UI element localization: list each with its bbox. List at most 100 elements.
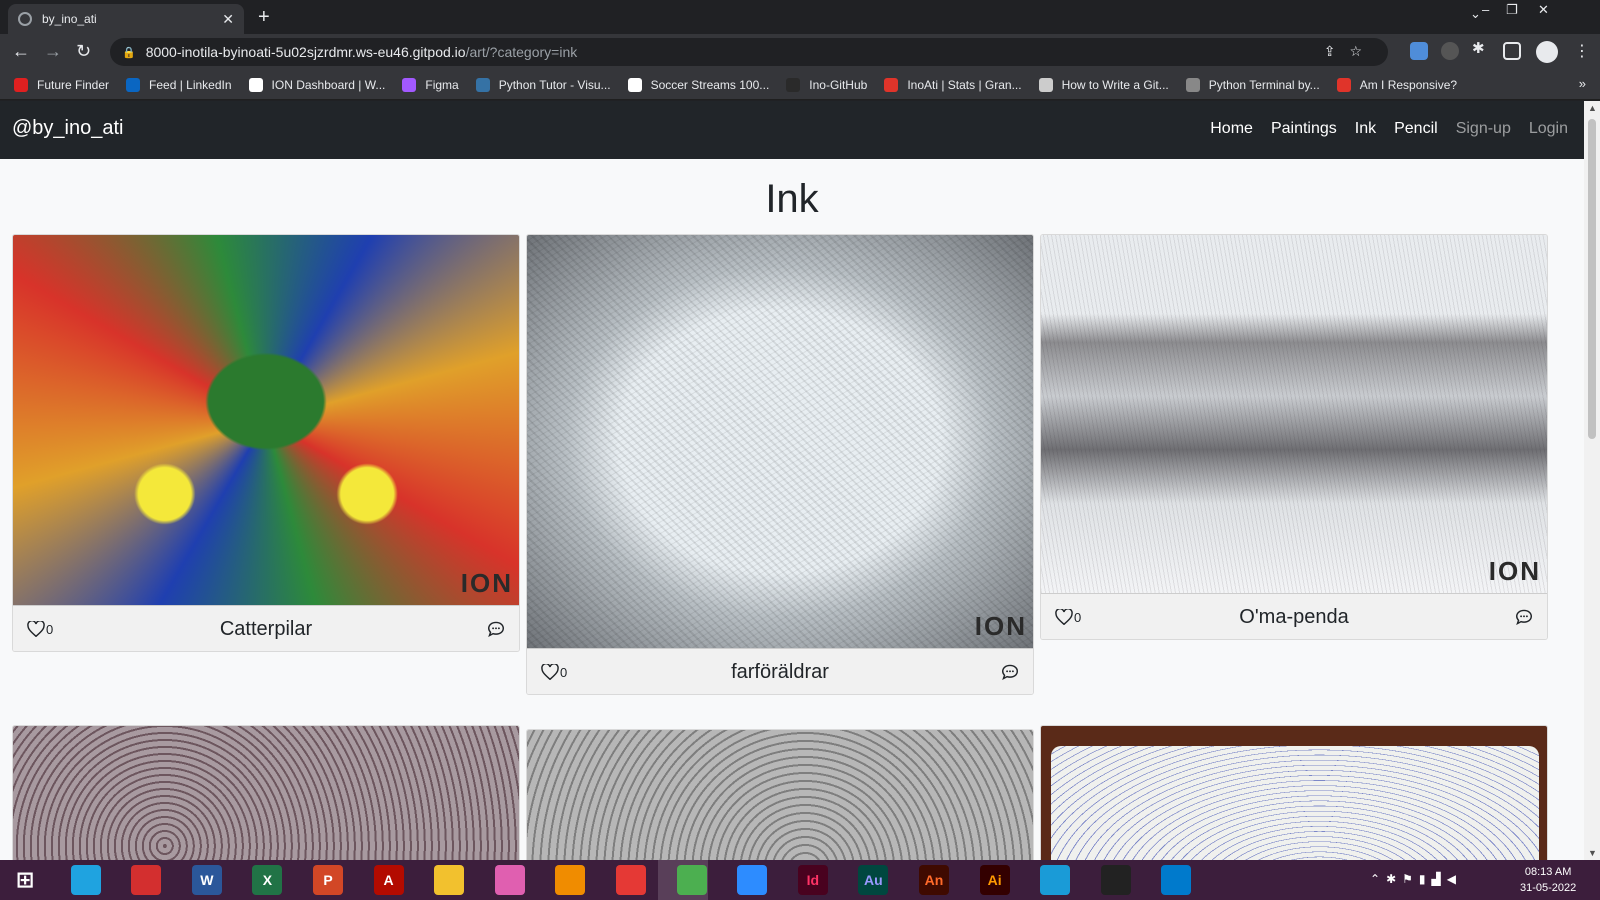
bookmark-label: InoAti | Stats | Gran...: [907, 77, 1022, 92]
battery-icon[interactable]: ▮: [1419, 872, 1432, 886]
site-brand[interactable]: @by_ino_ati: [12, 117, 123, 140]
browser-tabstrip: by_ino_ati ✕ + ⌄ – ❐ ✕: [0, 0, 1600, 34]
taskbar-audition-icon[interactable]: Au: [858, 865, 889, 895]
nav-link-paintings[interactable]: Paintings: [1271, 120, 1337, 138]
bookmark-star-icon[interactable]: ☆: [1349, 43, 1376, 59]
close-tab-icon[interactable]: ✕: [222, 11, 234, 28]
bookmark-favicon-icon: [884, 77, 899, 92]
bookmark-item[interactable]: Python Terminal by...: [1185, 77, 1320, 92]
profile-avatar[interactable]: [1536, 41, 1558, 63]
tab-search-icon[interactable]: ⌄: [1470, 6, 1481, 22]
share-icon[interactable]: ⇪: [1324, 43, 1350, 59]
volume-icon[interactable]: ◀: [1447, 872, 1462, 886]
taskbar-clock[interactable]: 08:13 AM 31-05-2022: [1520, 864, 1576, 896]
taskbar-animate-icon[interactable]: An: [919, 865, 949, 895]
bookmark-item[interactable]: Ino-GitHub: [786, 77, 867, 92]
window-close-icon[interactable]: ✕: [1538, 2, 1549, 18]
reload-icon[interactable]: ↻: [76, 41, 91, 62]
clock-date: 31-05-2022: [1520, 882, 1577, 894]
taskbar-screenrec-icon[interactable]: [616, 865, 646, 895]
scroll-up-icon[interactable]: ▲: [1588, 103, 1597, 113]
taskbar-windows-icon[interactable]: ⊞: [10, 865, 40, 895]
taskbar-itunes-icon[interactable]: [494, 865, 525, 895]
extensions-puzzle-icon[interactable]: ✱: [1472, 39, 1490, 57]
taskbar-indesign-icon[interactable]: Id: [797, 865, 828, 895]
lock-icon[interactable]: 🔒: [122, 46, 136, 59]
bookmark-item[interactable]: Figma: [402, 77, 459, 92]
url-host: 8000-inotila-byinoati-5u02sjzrdmr.ws-eu4…: [145, 44, 466, 60]
site-navbar: @by_ino_ati Home Paintings Ink Pencil Sign-u…: [0, 101, 1584, 159]
flag-icon[interactable]: ⚑: [1402, 872, 1419, 886]
taskbar-powerpoint-icon[interactable]: P: [313, 865, 343, 895]
browser-toolbar: ← → ↻ 🔒 8000-inotila-byinoati-5u02sjzrdm…: [0, 34, 1600, 70]
browser-tab[interactable]: by_ino_ati ✕: [8, 4, 244, 34]
taskbar-explorer-icon[interactable]: [434, 865, 465, 895]
new-tab-button[interactable]: +: [258, 6, 270, 29]
art-card[interactable]: [12, 725, 520, 860]
tray-chevron-icon[interactable]: ⌃: [1370, 872, 1386, 886]
comment-icon[interactable]: [487, 621, 505, 637]
bookmark-item[interactable]: Soccer Streams 100...: [627, 77, 769, 92]
art-card[interactable]: [526, 729, 1034, 860]
nav-link-ink[interactable]: Ink: [1355, 120, 1376, 138]
bookmark-item[interactable]: InoAti | Stats | Gran...: [884, 77, 1022, 92]
bookmark-item[interactable]: Am I Responsive?: [1336, 77, 1457, 92]
bookmark-favicon-icon: [248, 77, 263, 92]
taskbar-word-icon[interactable]: W: [191, 865, 222, 895]
taskbar-excel-icon[interactable]: X: [252, 865, 283, 895]
wifi-icon[interactable]: ▟: [1432, 872, 1447, 886]
back-arrow-icon[interactable]: ←: [12, 41, 30, 62]
art-card[interactable]: [1040, 725, 1548, 860]
taskbar-vlc-icon[interactable]: [555, 865, 586, 895]
bookmark-item[interactable]: ION Dashboard | W...: [248, 77, 385, 92]
forward-arrow-icon[interactable]: →: [44, 41, 62, 62]
system-tray[interactable]: ⌃✱⚑▮▟◀: [1370, 872, 1462, 886]
artwork-image[interactable]: [1041, 726, 1547, 860]
taskbar-illustrator-icon[interactable]: Ai: [979, 865, 1010, 895]
bookmark-item[interactable]: Python Tutor - Visu...: [475, 77, 611, 92]
bookmark-item[interactable]: How to Write a Git...: [1038, 77, 1169, 92]
bookmarks-overflow-icon[interactable]: »: [1579, 76, 1586, 91]
artwork-image[interactable]: ION: [1041, 235, 1547, 593]
nav-link-home[interactable]: Home: [1210, 120, 1253, 138]
taskbar-chrome-icon[interactable]: [676, 865, 707, 895]
page-scrollbar[interactable]: ▲ ▼: [1584, 101, 1600, 860]
taskbar-sync-icon[interactable]: [70, 865, 101, 895]
artwork-image[interactable]: [527, 730, 1033, 860]
bookmark-item[interactable]: Feed | LinkedIn: [126, 77, 232, 92]
art-card[interactable]: ION 0 O'ma-penda: [1040, 234, 1548, 640]
taskbar-vscode-icon[interactable]: [1161, 865, 1192, 895]
globe-icon: [18, 12, 32, 26]
bookmark-favicon-icon: [786, 77, 801, 92]
nav-link-sign-up[interactable]: Sign-up: [1456, 120, 1511, 138]
bookmark-favicon-icon: [14, 77, 28, 92]
art-title: Catterpilar: [219, 618, 313, 640]
bookmark-favicon-icon: [402, 77, 417, 92]
side-panel-icon[interactable]: [1503, 42, 1521, 60]
artwork-image[interactable]: ION: [13, 235, 519, 605]
comment-icon[interactable]: [1001, 664, 1019, 680]
address-bar[interactable]: 🔒 8000-inotila-byinoati-5u02sjzrdmr.ws-e…: [110, 38, 1388, 66]
taskbar-acrobat-icon[interactable]: A: [373, 865, 404, 895]
extension-w-icon[interactable]: [1441, 42, 1459, 60]
scrollbar-thumb[interactable]: [1588, 119, 1596, 439]
nav-link-login[interactable]: Login: [1529, 120, 1568, 138]
comment-icon[interactable]: [1515, 609, 1533, 625]
os-taskbar: ⌃✱⚑▮▟◀ 08:13 AM 31-05-2022 ⊞ W X P A Id Au An Ai: [0, 860, 1600, 900]
bookmark-item[interactable]: Future Finder: [14, 77, 109, 92]
minimize-icon[interactable]: –: [1482, 2, 1489, 17]
taskbar-edge-icon[interactable]: [1040, 865, 1071, 895]
art-card[interactable]: ION 0 farföräldrar: [526, 234, 1034, 695]
extension-cloud-icon[interactable]: [1410, 42, 1428, 60]
taskbar-clipboard-icon[interactable]: [131, 865, 162, 895]
menu-kebab-icon[interactable]: ⋮: [1574, 41, 1590, 61]
scroll-down-icon[interactable]: ▼: [1588, 848, 1597, 858]
restore-icon[interactable]: ❐: [1506, 2, 1518, 18]
nav-link-pencil[interactable]: Pencil: [1394, 120, 1438, 138]
taskbar-inkscape-icon[interactable]: [1100, 865, 1131, 895]
bluetooth-icon[interactable]: ✱: [1386, 872, 1402, 886]
art-card[interactable]: ION 0 Catterpilar: [12, 234, 520, 652]
artwork-image[interactable]: ION: [527, 235, 1033, 648]
taskbar-zoom-icon[interactable]: [737, 865, 768, 895]
artwork-image[interactable]: [13, 726, 519, 860]
